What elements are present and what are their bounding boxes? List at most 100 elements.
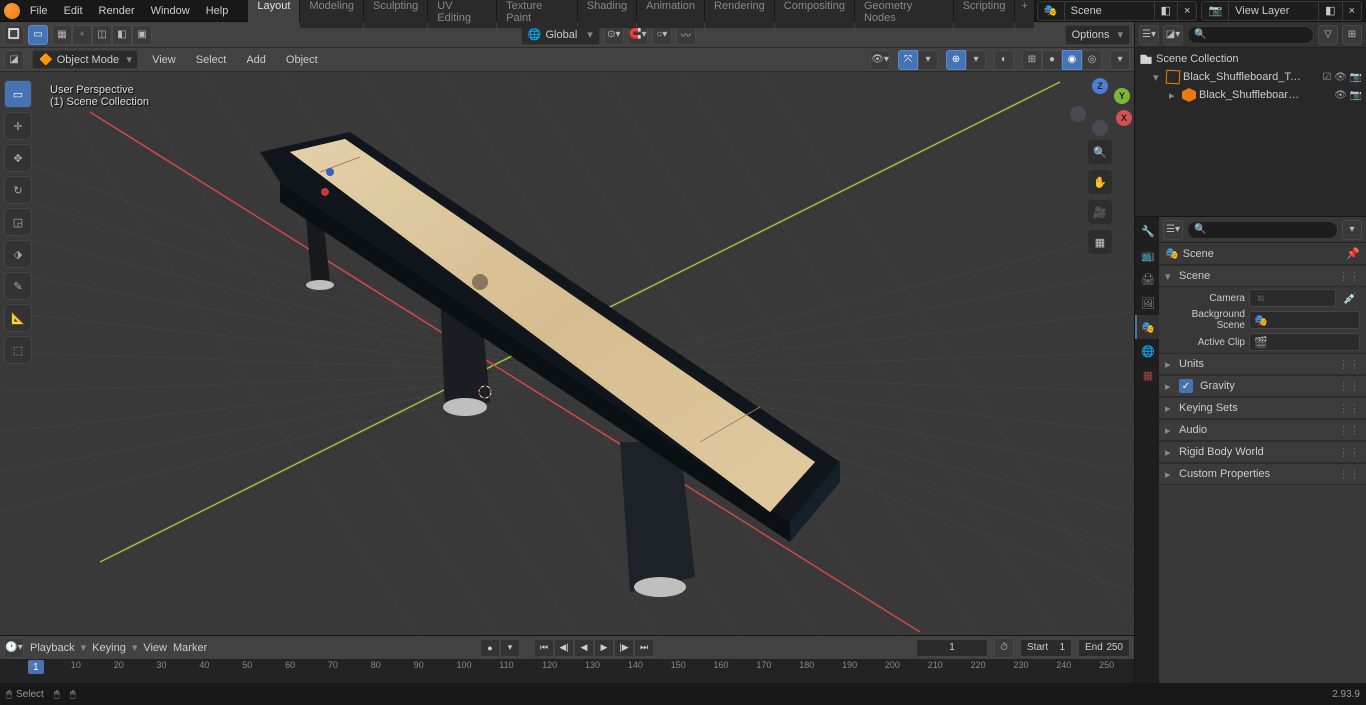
section-rigid-body[interactable]: ▸Rigid Body World⋮⋮ — [1159, 441, 1366, 463]
perspective-toggle-icon[interactable]: ▦ — [1088, 230, 1112, 254]
section-units[interactable]: ▸Units⋮⋮ — [1159, 353, 1366, 375]
tab-sculpting[interactable]: Sculpting — [364, 0, 427, 28]
tool-add-cube[interactable]: ⬚ — [4, 336, 32, 364]
jump-prev-key-icon[interactable]: ◀| — [554, 639, 574, 657]
properties-options-icon[interactable]: ▾ — [1342, 220, 1362, 240]
timeline-menu-playback[interactable]: Playback — [30, 642, 75, 654]
select-mode-2[interactable]: ▫ — [72, 25, 92, 45]
tab-shading[interactable]: Shading — [578, 0, 636, 28]
tab-animation[interactable]: Animation — [637, 0, 704, 28]
end-frame-field[interactable]: End250 — [1078, 639, 1130, 657]
shading-solid[interactable]: ● — [1042, 50, 1062, 70]
menu-edit[interactable]: Edit — [56, 2, 91, 20]
prop-tab-render[interactable]: 📺 — [1135, 243, 1159, 267]
autokey-toggle[interactable]: ● — [480, 639, 500, 657]
current-frame-field[interactable]: 1 — [916, 639, 988, 657]
section-scene[interactable]: ▾Scene⋮⋮ — [1159, 265, 1366, 287]
gravity-checkbox[interactable]: ✓ — [1179, 379, 1193, 393]
overlays-toggle[interactable]: ⊕ — [946, 50, 966, 70]
timeline-menu-keying[interactable]: Keying — [92, 642, 126, 654]
timeline-track[interactable]: 1 01020304050607080901001101201301401501… — [0, 660, 1134, 683]
select-mode-5[interactable]: ▣ — [132, 25, 152, 45]
overlays-dropdown[interactable]: ▾ — [966, 50, 986, 70]
tool-transform[interactable]: ⬗ — [4, 240, 32, 268]
axis-z-icon[interactable]: Z — [1092, 78, 1108, 94]
tool-select-box[interactable]: ▭ — [4, 80, 32, 108]
play-icon[interactable]: ▶ — [594, 639, 614, 657]
new-collection-icon[interactable]: ⊞ — [1342, 25, 1362, 45]
add-workspace-button[interactable]: + — [1015, 0, 1033, 28]
prop-tab-texture[interactable]: ▦ — [1135, 363, 1159, 387]
zoom-icon[interactable]: 🔍 — [1088, 140, 1112, 164]
jump-start-icon[interactable]: ⏮ — [534, 639, 554, 657]
menu-help[interactable]: Help — [198, 2, 237, 20]
tree-scene-collection[interactable]: Scene Collection — [1137, 50, 1364, 68]
close-scene-icon[interactable]: × — [1178, 2, 1196, 20]
editor-mode-icon[interactable]: ◪ — [4, 50, 24, 70]
tab-uv-editing[interactable]: UV Editing — [428, 0, 496, 28]
tab-rendering[interactable]: Rendering — [705, 0, 774, 28]
tab-modeling[interactable]: Modeling — [300, 0, 363, 28]
pivot-icon[interactable]: ⊙▾ — [604, 25, 624, 45]
timeline-menu-marker[interactable]: Marker — [173, 642, 207, 654]
editor-type-icon[interactable]: 🔳 — [4, 25, 24, 45]
timeline-editor-type-icon[interactable]: 🕐▾ — [4, 638, 24, 658]
tab-scripting[interactable]: Scripting — [954, 0, 1015, 28]
tab-layout[interactable]: Layout — [248, 0, 299, 28]
tool-annotate[interactable]: ✎ — [4, 272, 32, 300]
tab-compositing[interactable]: Compositing — [775, 0, 854, 28]
proportional-icon[interactable]: ○▾ — [652, 25, 672, 45]
gizmo-dropdown[interactable]: ▾ — [918, 50, 938, 70]
mode-dropdown[interactable]: 🔶Object Mode▾ — [32, 50, 138, 69]
viewport-menu-add[interactable]: Add — [240, 52, 272, 68]
outliner-search-input[interactable]: 🔍 — [1187, 26, 1314, 44]
axis-neg-icon[interactable] — [1070, 106, 1086, 122]
chevron-down-icon[interactable]: ▾ — [1153, 71, 1163, 84]
tool-scale[interactable]: ◲ — [4, 208, 32, 236]
shading-rendered[interactable]: ◎ — [1082, 50, 1102, 70]
eyedropper-icon[interactable]: 💉 — [1340, 292, 1360, 305]
menu-window[interactable]: Window — [143, 2, 198, 20]
tree-row-object[interactable]: ▾ Black_Shuffleboard_Table ☑ 👁 📷 — [1137, 68, 1364, 86]
menu-file[interactable]: File — [22, 2, 56, 20]
shading-material[interactable]: ◉ — [1062, 50, 1082, 70]
prop-tab-scene[interactable]: 🎭 — [1135, 315, 1159, 339]
browse-scene-icon[interactable]: ◧ — [1155, 2, 1178, 20]
tool-move[interactable]: ✥ — [4, 144, 32, 172]
select-mode-3[interactable]: ◫ — [92, 25, 112, 45]
tree-visibility-toggles[interactable]: ☑ 👁 📷 — [1322, 72, 1362, 83]
pin-icon[interactable]: 📌 — [1346, 247, 1360, 260]
background-scene-field[interactable]: 🎭 — [1249, 311, 1360, 329]
tree-row-mesh[interactable]: ▸ Black_Shuffleboard_Table 👁 📷 — [1137, 86, 1364, 104]
viewport-menu-select[interactable]: Select — [190, 52, 233, 68]
axis-x-icon[interactable]: X — [1116, 110, 1132, 126]
prop-tab-tool[interactable]: 🔧 — [1135, 219, 1159, 243]
snap-icon[interactable]: 🧲▾ — [628, 25, 648, 45]
browse-viewlayer-icon[interactable]: ◧ — [1319, 2, 1342, 20]
shading-dropdown[interactable]: ▾ — [1110, 50, 1130, 70]
section-gravity[interactable]: ▸✓Gravity⋮⋮ — [1159, 375, 1366, 397]
outliner-filter-icon[interactable]: ▽ — [1318, 25, 1338, 45]
close-viewlayer-icon[interactable]: × — [1343, 2, 1361, 20]
outliner-tree[interactable]: Scene Collection ▾ Black_Shuffleboard_Ta… — [1135, 48, 1366, 216]
tool-cursor-icon[interactable]: ▭ — [28, 25, 48, 45]
shading-wireframe[interactable]: ⊞ — [1022, 50, 1042, 70]
select-mode-1[interactable]: ▦ — [52, 25, 72, 45]
jump-end-icon[interactable]: ⏭ — [634, 639, 654, 657]
tab-texture-paint[interactable]: Texture Paint — [497, 0, 577, 28]
menu-render[interactable]: Render — [91, 2, 143, 20]
camera-view-icon[interactable]: 🎥 — [1088, 200, 1112, 224]
jump-next-key-icon[interactable]: |▶ — [614, 639, 634, 657]
chevron-right-icon[interactable]: ▸ — [1169, 89, 1179, 102]
viewport-menu-object[interactable]: Object — [280, 52, 324, 68]
section-audio[interactable]: ▸Audio⋮⋮ — [1159, 419, 1366, 441]
xray-toggle[interactable]: ◐ — [994, 50, 1014, 70]
tool-rotate[interactable]: ↻ — [4, 176, 32, 204]
tab-geometry-nodes[interactable]: Geometry Nodes — [855, 0, 953, 28]
prop-tab-viewlayer[interactable]: 🖼 — [1135, 291, 1159, 315]
viewlayer-selector[interactable]: 📷 View Layer ◧ × — [1201, 1, 1362, 21]
play-reverse-icon[interactable]: ◀ — [574, 639, 594, 657]
section-keying-sets[interactable]: ▸Keying Sets⋮⋮ — [1159, 397, 1366, 419]
viewport-menu-view[interactable]: View — [146, 52, 182, 68]
axis-y-icon[interactable]: Y — [1114, 88, 1130, 104]
